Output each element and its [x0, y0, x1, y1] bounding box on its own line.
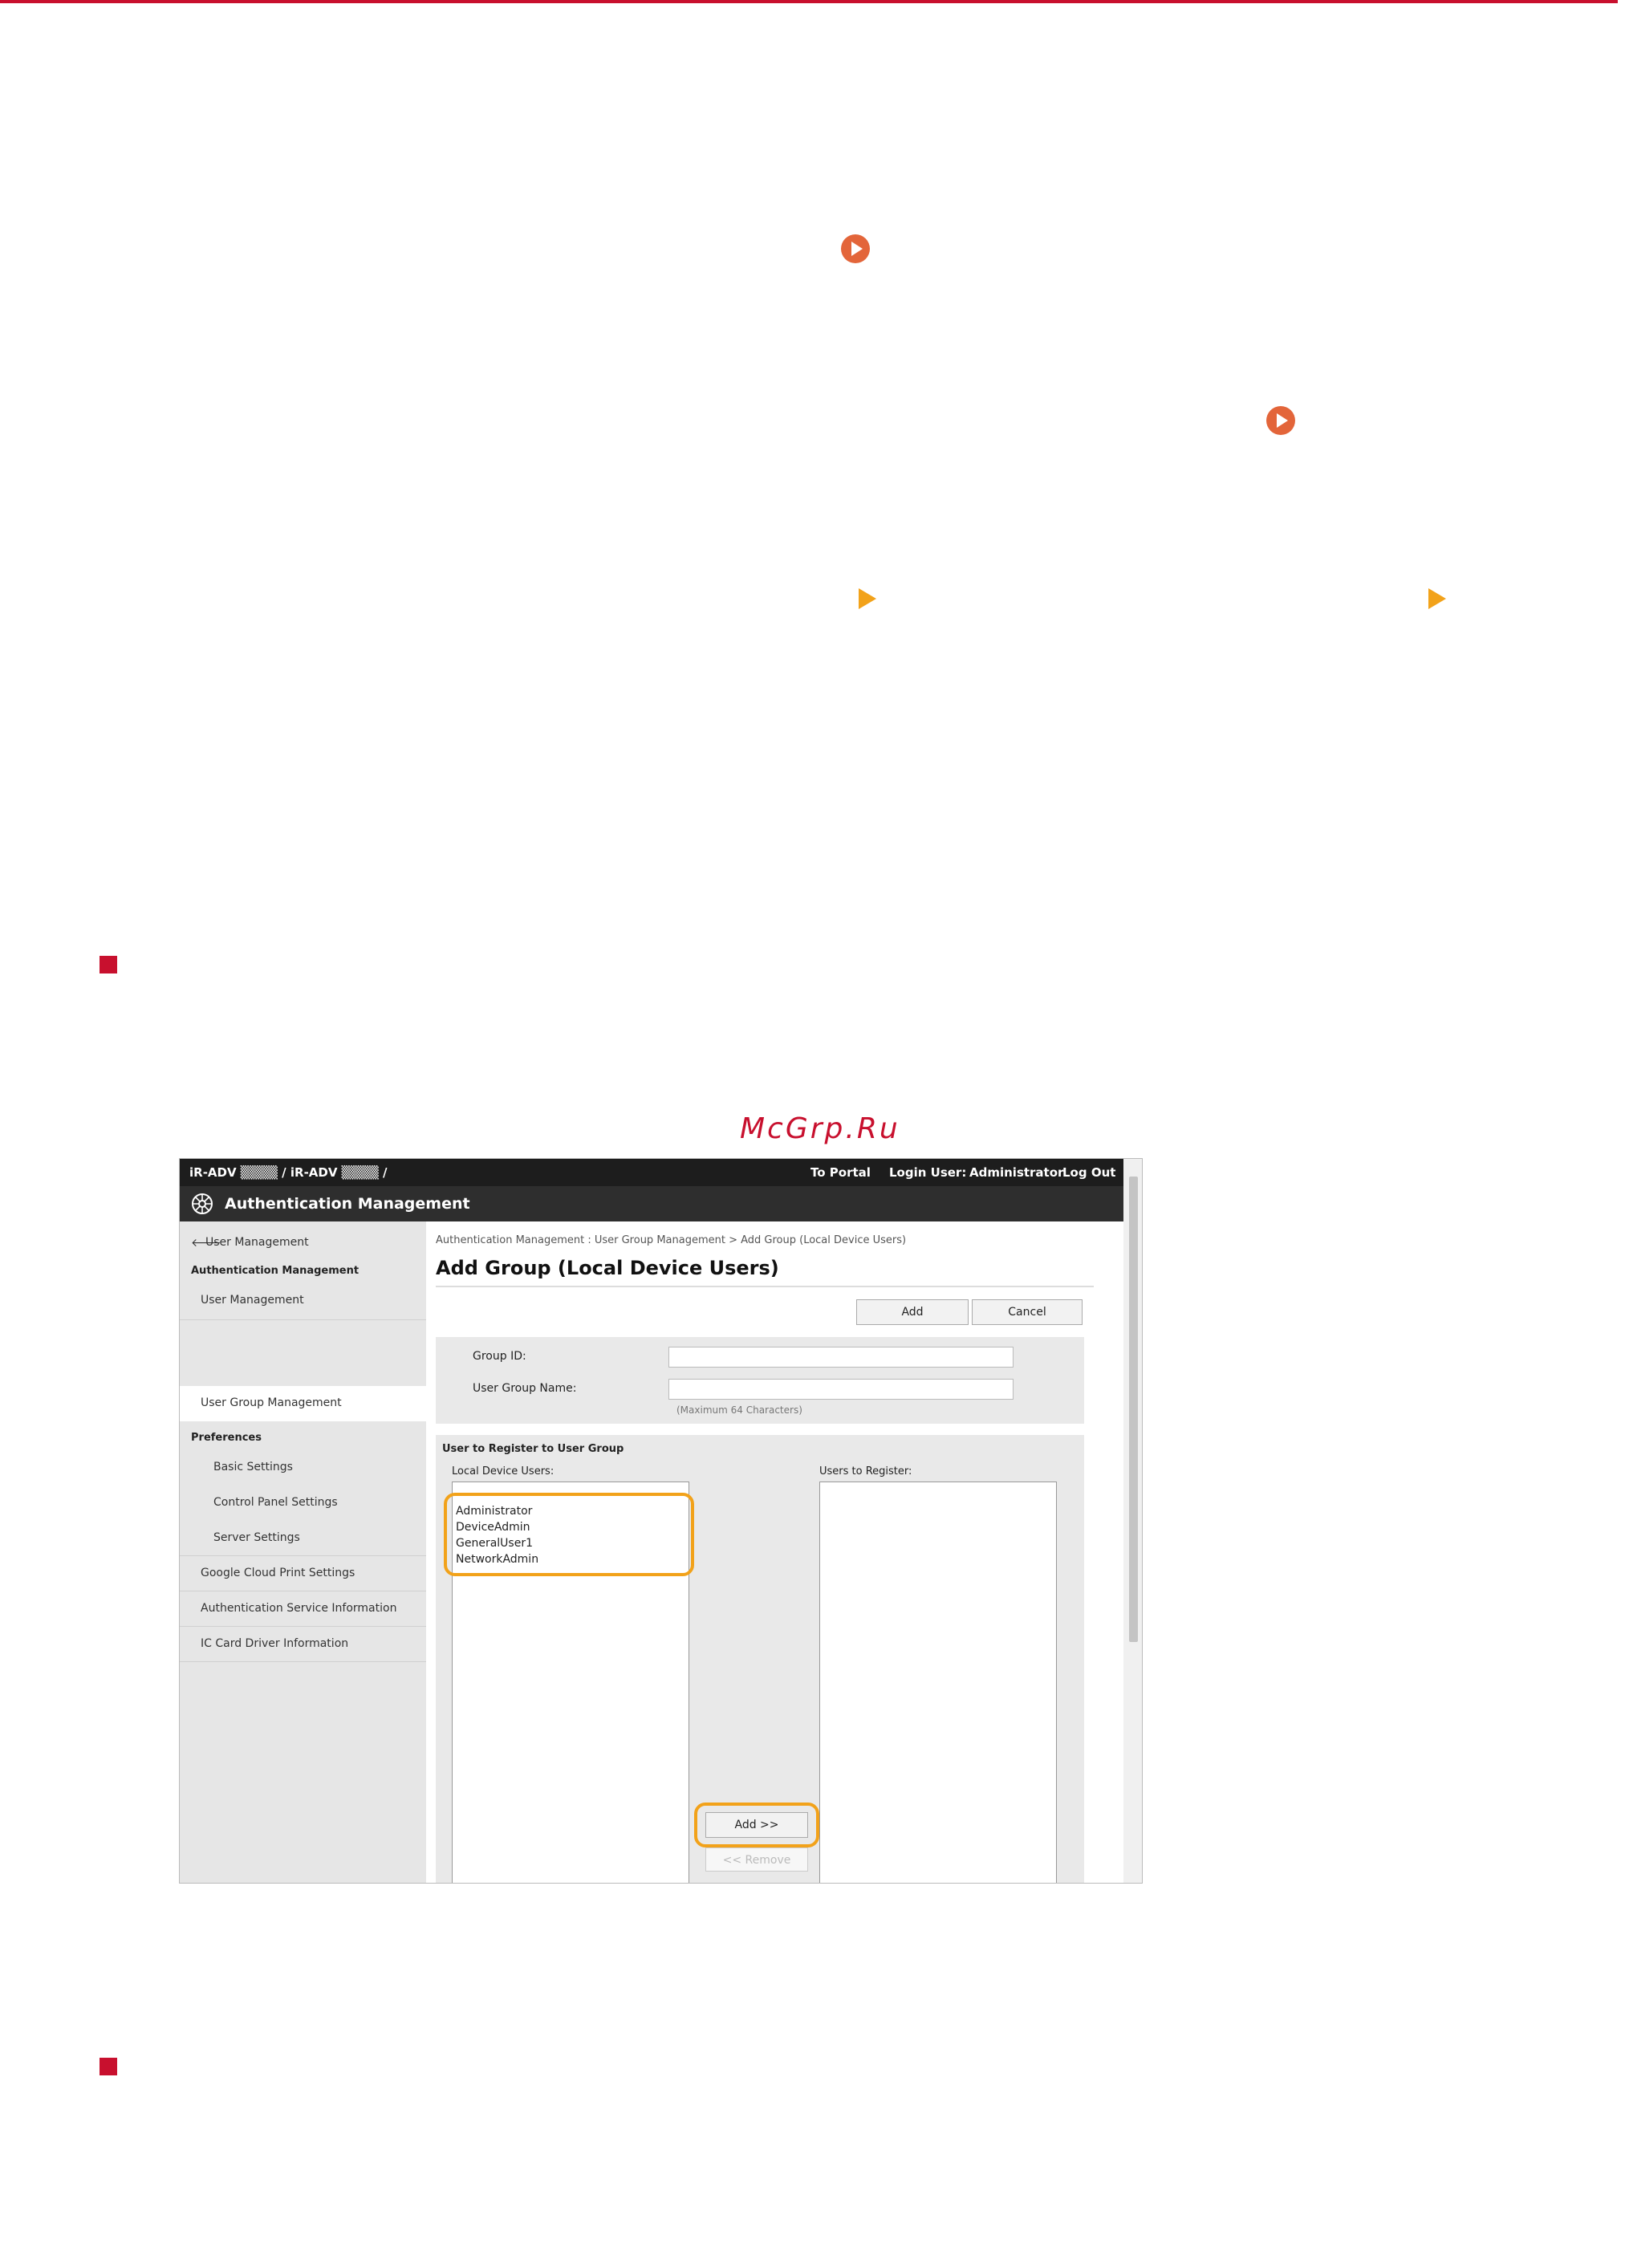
sidebar: 🡐 User Management Authentication Managem…	[180, 1221, 426, 1883]
triangle-arrow-icon	[859, 588, 876, 609]
register-panel: User to Register to User Group Local Dev…	[436, 1435, 1084, 1883]
scrollbar-thumb[interactable]	[1129, 1177, 1138, 1642]
users-highlight-frame	[444, 1493, 694, 1576]
sidebar-item-google-cloud-print[interactable]: Google Cloud Print Settings	[201, 1567, 355, 1579]
local-users-label: Local Device Users:	[452, 1465, 555, 1477]
device-header-bar: iR-ADV ▒▒▒▒ / iR-ADV ▒▒▒▒ / To Portal Lo…	[180, 1159, 1123, 1186]
login-user-label: Login User:	[889, 1165, 967, 1180]
page-title: Add Group (Local Device Users)	[436, 1257, 779, 1279]
sidebar-item-user-management[interactable]: User Management	[201, 1294, 304, 1307]
remove-button[interactable]: << Remove	[705, 1847, 808, 1872]
title-divider	[436, 1286, 1094, 1287]
square-bullet-icon	[100, 956, 117, 973]
cancel-button[interactable]: Cancel	[972, 1299, 1083, 1325]
sidebar-item-server-settings[interactable]: Server Settings	[213, 1531, 300, 1544]
sidebar-section-preferences: Preferences	[191, 1432, 262, 1444]
sidebar-back-link[interactable]: User Management	[205, 1236, 309, 1249]
sidebar-item-control-panel[interactable]: Control Panel Settings	[213, 1496, 338, 1509]
triangle-arrow-icon	[1428, 588, 1446, 609]
top-rule	[0, 0, 1618, 3]
sidebar-section-auth: Authentication Management	[191, 1265, 360, 1277]
users-to-register-label: Users to Register:	[819, 1465, 912, 1477]
authentication-logo-icon	[192, 1193, 213, 1214]
breadcrumb: Authentication Management : User Group M…	[436, 1234, 907, 1246]
watermark: McGrp.Ru	[740, 1112, 900, 1145]
add-button-highlight-frame	[694, 1803, 819, 1847]
sidebar-item-user-group-management[interactable]: User Group Management	[201, 1396, 342, 1409]
sidebar-item-basic-settings[interactable]: Basic Settings	[213, 1461, 293, 1473]
main-content: Authentication Management : User Group M…	[426, 1221, 1123, 1883]
circle-arrow-icon[interactable]	[841, 234, 870, 263]
divider	[180, 1661, 426, 1662]
group-id-input[interactable]	[668, 1347, 1014, 1368]
add-button[interactable]: Add	[856, 1299, 969, 1325]
group-name-label: User Group Name:	[473, 1382, 577, 1395]
divider	[180, 1626, 426, 1627]
sidebar-item-ic-card-driver[interactable]: IC Card Driver Information	[201, 1637, 348, 1650]
group-info-panel: Group ID: User Group Name: (Maximum 64 C…	[436, 1337, 1084, 1424]
login-user-value: Administrator	[969, 1165, 1064, 1180]
app-title: Authentication Management	[225, 1195, 470, 1213]
square-bullet-icon	[100, 2058, 117, 2075]
sidebar-item-auth-service-info[interactable]: Authentication Service Information	[201, 1602, 396, 1615]
register-section-title: User to Register to User Group	[442, 1443, 624, 1455]
to-portal-link[interactable]: To Portal	[810, 1165, 871, 1180]
max-chars-note: (Maximum 64 Characters)	[676, 1404, 802, 1416]
scrollbar[interactable]	[1123, 1159, 1142, 1883]
group-name-input[interactable]	[668, 1379, 1014, 1400]
users-to-register-listbox[interactable]	[819, 1482, 1057, 1883]
device-label: iR-ADV ▒▒▒▒ / iR-ADV ▒▒▒▒ /	[189, 1165, 388, 1180]
logout-link[interactable]: Log Out	[1062, 1165, 1115, 1180]
divider	[180, 1555, 426, 1556]
group-id-label: Group ID:	[473, 1350, 526, 1363]
app-title-bar: Authentication Management	[180, 1186, 1123, 1221]
divider	[180, 1319, 426, 1320]
ui-screenshot: iR-ADV ▒▒▒▒ / iR-ADV ▒▒▒▒ / To Portal Lo…	[179, 1158, 1143, 1884]
circle-arrow-icon[interactable]	[1266, 406, 1295, 435]
